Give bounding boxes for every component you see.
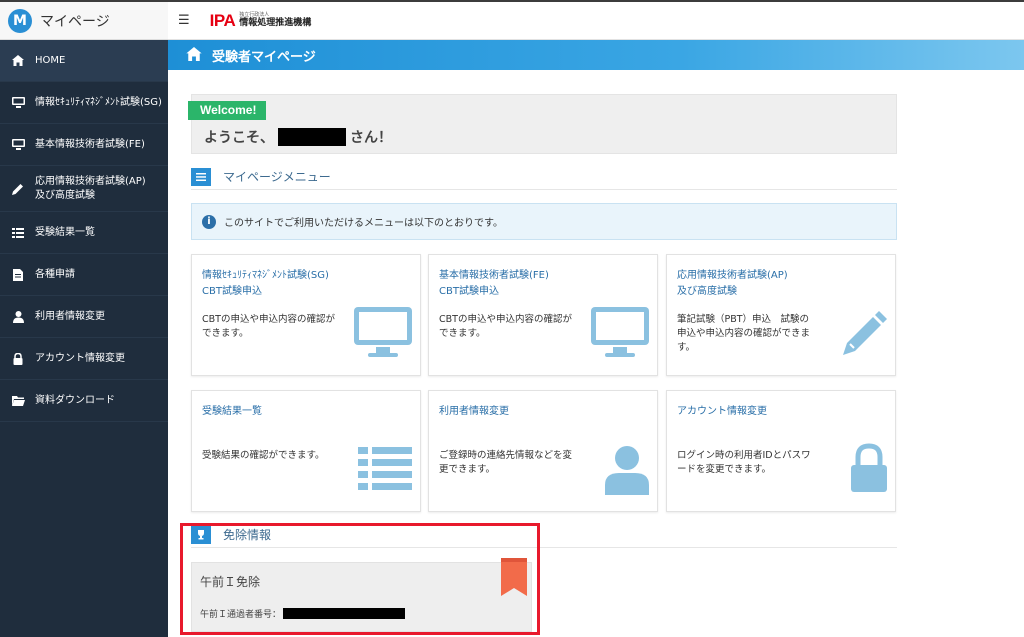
header: ☰ IPA 独立行政法人 情報処理推進機構 — [168, 2, 1024, 40]
card-title: 情報ｾｷｭﾘﾃｨﾏﾈｼﾞﾒﾝﾄ試験(SG) CBT試験申込 — [202, 270, 329, 297]
sidebar-item-downloads[interactable]: 資料ダウンロード — [0, 380, 168, 422]
sidebar-item-home[interactable]: HOME — [0, 40, 168, 82]
page-banner: 受験者マイページ — [168, 40, 1024, 70]
ipa-mark: IPA — [209, 10, 236, 30]
sidebar-item-label: 基本情報技術者試験(FE) — [35, 138, 145, 150]
card-exam-results[interactable]: 受験結果一覧 受験結果の確認ができます。 — [191, 390, 421, 512]
card-description: CBTの申込や申込内容の確認ができます。 — [439, 314, 572, 339]
sidebar-item-ap[interactable]: 応用情報技術者試験(AP) 及び高度試験 — [0, 166, 168, 212]
user-icon — [10, 310, 26, 324]
home-icon — [10, 54, 26, 68]
sidebar-item-sg[interactable]: 情報ｾｷｭﾘﾃｨﾏﾈｼﾞﾒﾝﾄ試験(SG) — [0, 82, 168, 124]
card-sg-cbt[interactable]: 情報ｾｷｭﾘﾃｨﾏﾈｼﾞﾒﾝﾄ試験(SG) CBT試験申込 CBTの申込や申込内… — [191, 254, 421, 376]
card-user-info[interactable]: 利用者情報変更 ご登録時の連絡先情報などを変更できます。 — [428, 390, 658, 512]
highlight-box — [180, 523, 540, 635]
sidebar-item-label: 応用情報技術者試験(AP) 及び高度試験 — [35, 175, 146, 201]
monitor-icon — [10, 138, 26, 152]
welcome-tag: Welcome! — [188, 101, 267, 120]
ipa-logo[interactable]: IPA 独立行政法人 情報処理推進機構 — [210, 11, 312, 31]
sidebar: M マイページ HOME 情報ｾｷｭﾘﾃｨﾏﾈｼﾞﾒﾝﾄ試験(SG) 基本情報技… — [0, 2, 168, 637]
greeting-suffix: さん！ — [350, 130, 392, 146]
info-alert: i このサイトでご利用いただけるメニューは以下のとおりです。 — [191, 203, 897, 240]
monitor-icon — [354, 307, 412, 357]
sidebar-item-applications[interactable]: 各種申請 — [0, 254, 168, 296]
menu-section-heading: マイページメニュー — [191, 164, 897, 190]
card-title: アカウント情報変更 — [677, 406, 767, 417]
sidebar-item-label: アカウント情報変更 — [35, 352, 125, 364]
card-account-info[interactable]: アカウント情報変更 ログイン時の利用者IDとパスワードを変更できます。 — [666, 390, 896, 512]
card-title: 受験結果一覧 — [202, 406, 262, 417]
sidebar-item-account[interactable]: アカウント情報変更 — [0, 338, 168, 380]
sidebar-item-label: HOME — [35, 54, 66, 66]
card-title: 利用者情報変更 — [439, 406, 509, 417]
section-title: マイページメニュー — [223, 170, 331, 184]
card-title: 基本情報技術者試験(FE) CBT試験申込 — [439, 270, 549, 297]
card-ap-exam[interactable]: 応用情報技術者試験(AP) 及び高度試験 筆記試験（PBT）申込 試験の申込や申… — [666, 254, 896, 376]
redacted-user-name — [278, 128, 346, 146]
folder-icon — [10, 394, 26, 408]
sidebar-item-label: 情報ｾｷｭﾘﾃｨﾏﾈｼﾞﾒﾝﾄ試験(SG) — [35, 96, 162, 108]
home-icon — [186, 46, 202, 65]
card-description: ログイン時の利用者IDとパスワードを変更できます。 — [677, 450, 811, 475]
sidebar-item-user-info[interactable]: 利用者情報変更 — [0, 296, 168, 338]
sidebar-item-label: 受験結果一覧 — [35, 226, 95, 238]
card-title: 応用情報技術者試験(AP) 及び高度試験 — [677, 270, 788, 297]
user-icon — [605, 446, 649, 495]
sidebar-item-label: 各種申請 — [35, 268, 75, 280]
lock-icon — [851, 443, 887, 492]
sidebar-item-label: 利用者情報変更 — [35, 310, 105, 322]
card-fe-cbt[interactable]: 基本情報技術者試験(FE) CBT試験申込 CBTの申込や申込内容の確認ができま… — [428, 254, 658, 376]
menu-toggle-icon[interactable]: ☰ — [178, 13, 190, 28]
card-description: ご登録時の連絡先情報などを変更できます。 — [439, 450, 573, 475]
list-icon — [10, 226, 26, 240]
monitor-icon — [10, 96, 26, 110]
info-text: このサイトでご利用いただけるメニューは以下のとおりです。 — [224, 218, 503, 229]
ipa-org-name: 情報処理推進機構 — [239, 18, 312, 28]
brand-logo: M — [8, 8, 32, 33]
sidebar-item-results[interactable]: 受験結果一覧 — [0, 212, 168, 254]
card-description: 受験結果の確認ができます。 — [202, 450, 325, 461]
welcome-box: Welcome! ようこそ、 さん！ — [188, 94, 897, 154]
card-description: CBTの申込や申込内容の確認ができます。 — [202, 314, 335, 339]
lock-icon — [10, 352, 26, 366]
brand-name: マイページ — [40, 13, 110, 30]
sidebar-item-label: 資料ダウンロード — [35, 394, 115, 406]
greeting-text: ようこそ、 — [204, 130, 274, 146]
pencil-icon — [10, 182, 26, 196]
brand[interactable]: M マイページ — [0, 2, 168, 40]
pencil-icon — [843, 311, 887, 355]
monitor-icon — [591, 307, 649, 357]
document-icon — [10, 268, 26, 282]
sidebar-item-fe[interactable]: 基本情報技術者試験(FE) — [0, 124, 168, 166]
info-icon: i — [202, 214, 216, 229]
menu-list-icon — [191, 167, 211, 186]
list-icon — [358, 447, 412, 490]
page-title: 受験者マイページ — [212, 49, 316, 65]
welcome-greeting: ようこそ、 さん！ — [204, 127, 392, 147]
card-description: 筆記試験（PBT）申込 試験の申込や申込内容の確認ができます。 — [677, 314, 811, 353]
